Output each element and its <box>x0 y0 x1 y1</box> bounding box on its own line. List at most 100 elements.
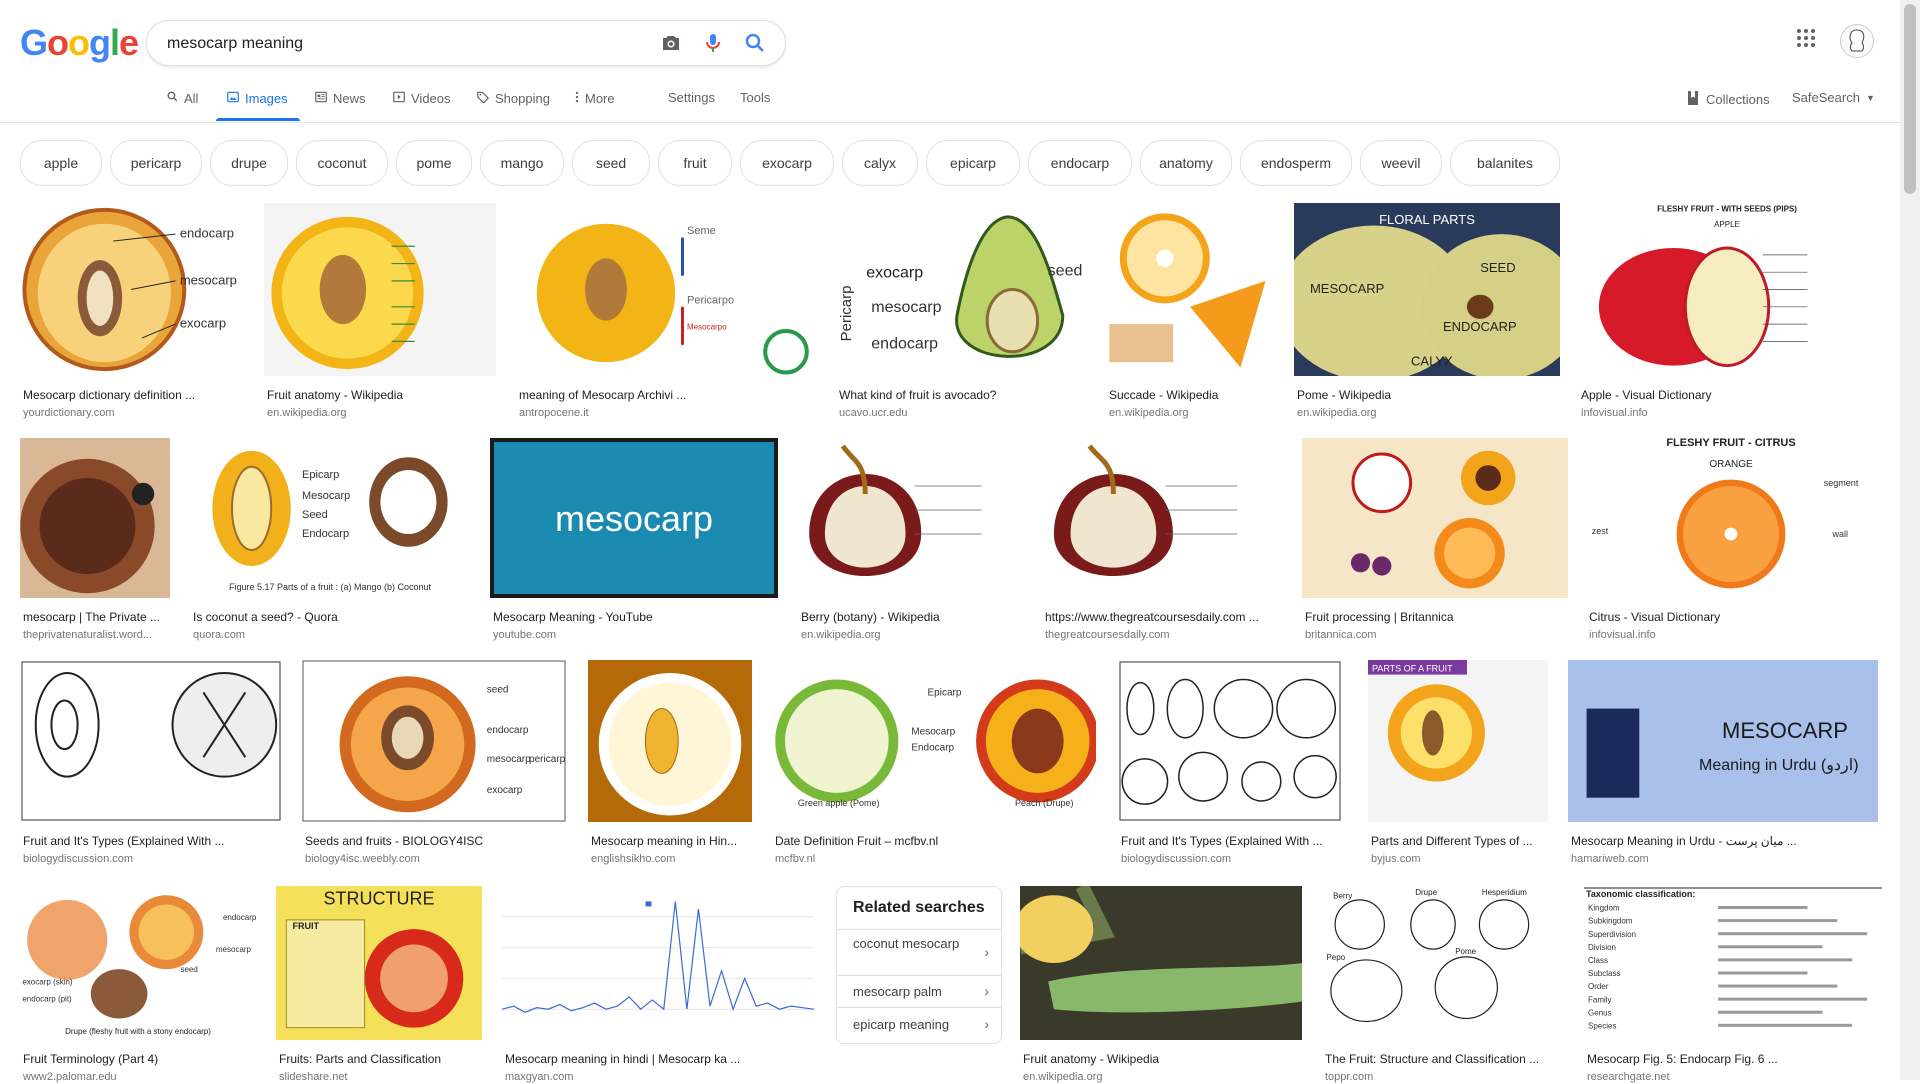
image-thumbnail[interactable]: seed endocarp mesocarp exocarp pericarp <box>302 660 566 822</box>
apps-grid-icon[interactable] <box>1794 26 1818 55</box>
image-caption[interactable]: Fruit processing | Britannica <box>1305 610 1565 624</box>
filter-chip-endosperm[interactable]: endosperm <box>1240 140 1352 186</box>
image-result[interactable]: mesocarp | The Private ... theprivatenatu… <box>20 438 170 642</box>
related-search-item[interactable]: mesocarp palm › <box>837 975 1001 1008</box>
microphone-icon[interactable] <box>701 31 725 55</box>
image-thumbnail[interactable]: FLESHY FRUIT - CITRUS ORANGE segment zest w… <box>1586 438 1876 598</box>
image-result[interactable]: FLORAL PARTS MESOCARP SEED ENDOCARP CALYX Pom… <box>1294 203 1560 420</box>
image-caption[interactable]: Mesocarp Meaning - YouTube <box>493 610 775 624</box>
image-result[interactable]: PARTS OF A FRUIT Parts and Different Typ… <box>1368 660 1548 866</box>
image-thumbnail[interactable] <box>798 438 1022 598</box>
image-caption[interactable]: Mesocarp meaning in Hin... <box>591 834 749 848</box>
image-result[interactable]: Fruit and It's Types (Explained With ...… <box>20 660 282 866</box>
search-input[interactable] <box>165 32 639 56</box>
image-thumbnail[interactable]: Epicarp Mesocarp Seed Endocarp Figure 5.17 … <box>190 438 470 598</box>
image-caption[interactable]: mesocarp | The Private ... <box>23 610 167 624</box>
filter-chip-fruit[interactable]: fruit <box>658 140 732 186</box>
related-search-item[interactable]: coconut mesocarp › <box>837 929 1001 976</box>
image-thumbnail[interactable] <box>1042 438 1280 598</box>
image-thumbnail[interactable]: Seme Pericarpo Mesocarpo <box>516 203 816 376</box>
image-result[interactable]: https://www.thegreatcoursesdaily.com ...… <box>1042 438 1280 642</box>
filter-chip-epicarp[interactable]: epicarp <box>926 140 1020 186</box>
image-thumbnail[interactable]: exocarp mesocarp endocarp seed Pericarp <box>836 203 1088 376</box>
image-result[interactable]: endocarp mesocarp exocarp Mesocarp dictiona… <box>20 203 242 420</box>
image-result[interactable]: STRUCTURE FRUIT Fruits: Parts and Classif… <box>276 886 482 1084</box>
image-thumbnail[interactable] <box>588 660 752 822</box>
filter-chip-mango[interactable]: mango <box>480 140 564 186</box>
account-avatar[interactable] <box>1840 24 1874 58</box>
camera-icon[interactable] <box>659 31 683 55</box>
tab-shopping[interactable]: Shopping <box>476 90 550 107</box>
image-result[interactable]: Succade - Wikipedia en.wikipedia.org <box>1106 203 1274 420</box>
filter-chip-coconut[interactable]: coconut <box>296 140 388 186</box>
image-result[interactable]: FLESHY FRUIT - CITRUS ORANGE segment zest w… <box>1586 438 1876 642</box>
image-caption[interactable]: Fruit Terminology (Part 4) <box>23 1052 253 1066</box>
image-thumbnail[interactable] <box>1106 203 1274 376</box>
image-caption[interactable]: Pome - Wikipedia <box>1297 388 1557 402</box>
image-result[interactable]: endocarp mesocarp seed exocarp (skin) endoca… <box>20 886 256 1084</box>
filter-chip-exocarp[interactable]: exocarp <box>740 140 834 186</box>
image-thumbnail[interactable] <box>20 660 282 822</box>
image-caption[interactable]: Fruit anatomy - Wikipedia <box>1023 1052 1299 1066</box>
image-caption[interactable]: Berry (botany) - Wikipedia <box>801 610 1019 624</box>
filter-chip-pome[interactable]: pome <box>396 140 472 186</box>
filter-chip-drupe[interactable]: drupe <box>210 140 288 186</box>
collections-link[interactable]: Collections <box>1686 90 1770 109</box>
image-result[interactable]: FLESHY FRUIT - WITH SEEDS (PIPS) APPLE Ap… <box>1578 203 1876 420</box>
image-thumbnail[interactable] <box>1302 438 1568 598</box>
filter-chip-endocarp[interactable]: endocarp <box>1028 140 1132 186</box>
filter-chip-seed[interactable]: seed <box>572 140 650 186</box>
image-caption[interactable]: Mesocarp dictionary definition ... <box>23 388 239 402</box>
image-thumbnail[interactable] <box>264 203 496 376</box>
tab-all[interactable]: All <box>166 90 198 106</box>
image-caption[interactable]: Fruit and It's Types (Explained With ... <box>1121 834 1339 848</box>
tab-tools[interactable]: Tools <box>740 90 770 105</box>
image-result[interactable]: mesocarp Mesocarp Meaning - YouTube youtub… <box>490 438 778 642</box>
image-caption[interactable]: https://www.thegreatcoursesdaily.com ... <box>1045 610 1277 624</box>
image-thumbnail[interactable] <box>1118 660 1342 822</box>
image-thumbnail[interactable] <box>20 438 170 598</box>
image-result[interactable]: Epicarp Mesocarp Seed Endocarp Figure 5.17 … <box>190 438 470 642</box>
image-result[interactable]: Fruit processing | Britannica britannica.… <box>1302 438 1568 642</box>
image-caption[interactable]: Is coconut a seed? - Quora <box>193 610 467 624</box>
related-search-item[interactable]: epicarp meaning › <box>837 1007 1001 1042</box>
image-caption[interactable]: The Fruit: Structure and Classification … <box>1325 1052 1541 1066</box>
filter-chip-balanites[interactable]: balanites <box>1450 140 1560 186</box>
image-caption[interactable]: Citrus - Visual Dictionary <box>1589 610 1873 624</box>
scrollbar-thumb[interactable] <box>1904 4 1916 194</box>
image-thumbnail[interactable]: mesocarp <box>490 438 778 598</box>
page-scrollbar[interactable] <box>1900 0 1920 1080</box>
image-thumbnail[interactable]: Berry Drupe Hesperidium Pepo Pome <box>1322 886 1544 1040</box>
filter-chip-apple[interactable]: apple <box>20 140 102 186</box>
search-icon[interactable] <box>743 31 767 55</box>
tab-images[interactable]: Images <box>226 90 288 107</box>
image-result[interactable]: Mesocarp meaning in hindi | Mesocarp ka … <box>502 886 814 1084</box>
image-result[interactable]: seed endocarp mesocarp exocarp pericarp Seeds… <box>302 660 566 866</box>
image-caption[interactable]: Seeds and fruits - BIOLOGY4ISC <box>305 834 563 848</box>
tab-news[interactable]: News <box>314 90 366 107</box>
image-thumbnail[interactable] <box>502 886 814 1040</box>
image-caption[interactable]: Fruit and It's Types (Explained With ... <box>23 834 279 848</box>
filter-chip-pericarp[interactable]: pericarp <box>110 140 202 186</box>
image-result[interactable]: Seme Pericarpo Mesocarpo meaning of Mesoca… <box>516 203 816 420</box>
image-caption[interactable]: Apple - Visual Dictionary <box>1581 388 1873 402</box>
image-caption[interactable]: Mesocarp Meaning in Urdu - میان پرست ... <box>1571 834 1875 848</box>
image-result[interactable]: Fruit anatomy - Wikipedia en.wikipedia.or… <box>264 203 496 420</box>
image-caption[interactable]: Mesocarp Fig. 5: Endocarp Fig. 6 ... <box>1587 1052 1879 1066</box>
image-caption[interactable]: meaning of Mesocarp Archivi ... <box>519 388 813 402</box>
image-result[interactable]: Berry Drupe Hesperidium Pepo Pome The Fruit: … <box>1322 886 1544 1084</box>
image-result[interactable]: exocarp mesocarp endocarp seed Pericarp What… <box>836 203 1088 420</box>
filter-chip-anatomy[interactable]: anatomy <box>1140 140 1232 186</box>
tab-more[interactable]: More <box>574 90 615 107</box>
image-thumbnail[interactable]: STRUCTURE FRUIT <box>276 886 482 1040</box>
image-caption[interactable]: Mesocarp meaning in hindi | Mesocarp ka … <box>505 1052 811 1066</box>
image-result[interactable]: MESOCARP Meaning in Urdu (اردو) Mesocarp M… <box>1568 660 1878 866</box>
image-thumbnail[interactable]: Epicarp Mesocarp Endocarp Green apple (Pome… <box>772 660 1096 822</box>
image-result[interactable]: Taxonomic classification: Kingdom Subking… <box>1584 886 1882 1084</box>
image-result[interactable]: Epicarp Mesocarp Endocarp Green apple (Pome… <box>772 660 1096 866</box>
image-thumbnail[interactable]: endocarp mesocarp seed exocarp (skin) endoca… <box>20 886 256 1040</box>
image-caption[interactable]: Date Definition Fruit – mcfbv.nl <box>775 834 1093 848</box>
image-caption[interactable]: Fruit anatomy - Wikipedia <box>267 388 493 402</box>
image-thumbnail[interactable]: FLORAL PARTS MESOCARP SEED ENDOCARP CALYX <box>1294 203 1560 376</box>
safesearch-dropdown[interactable]: SafeSearch ▼ <box>1792 90 1875 105</box>
